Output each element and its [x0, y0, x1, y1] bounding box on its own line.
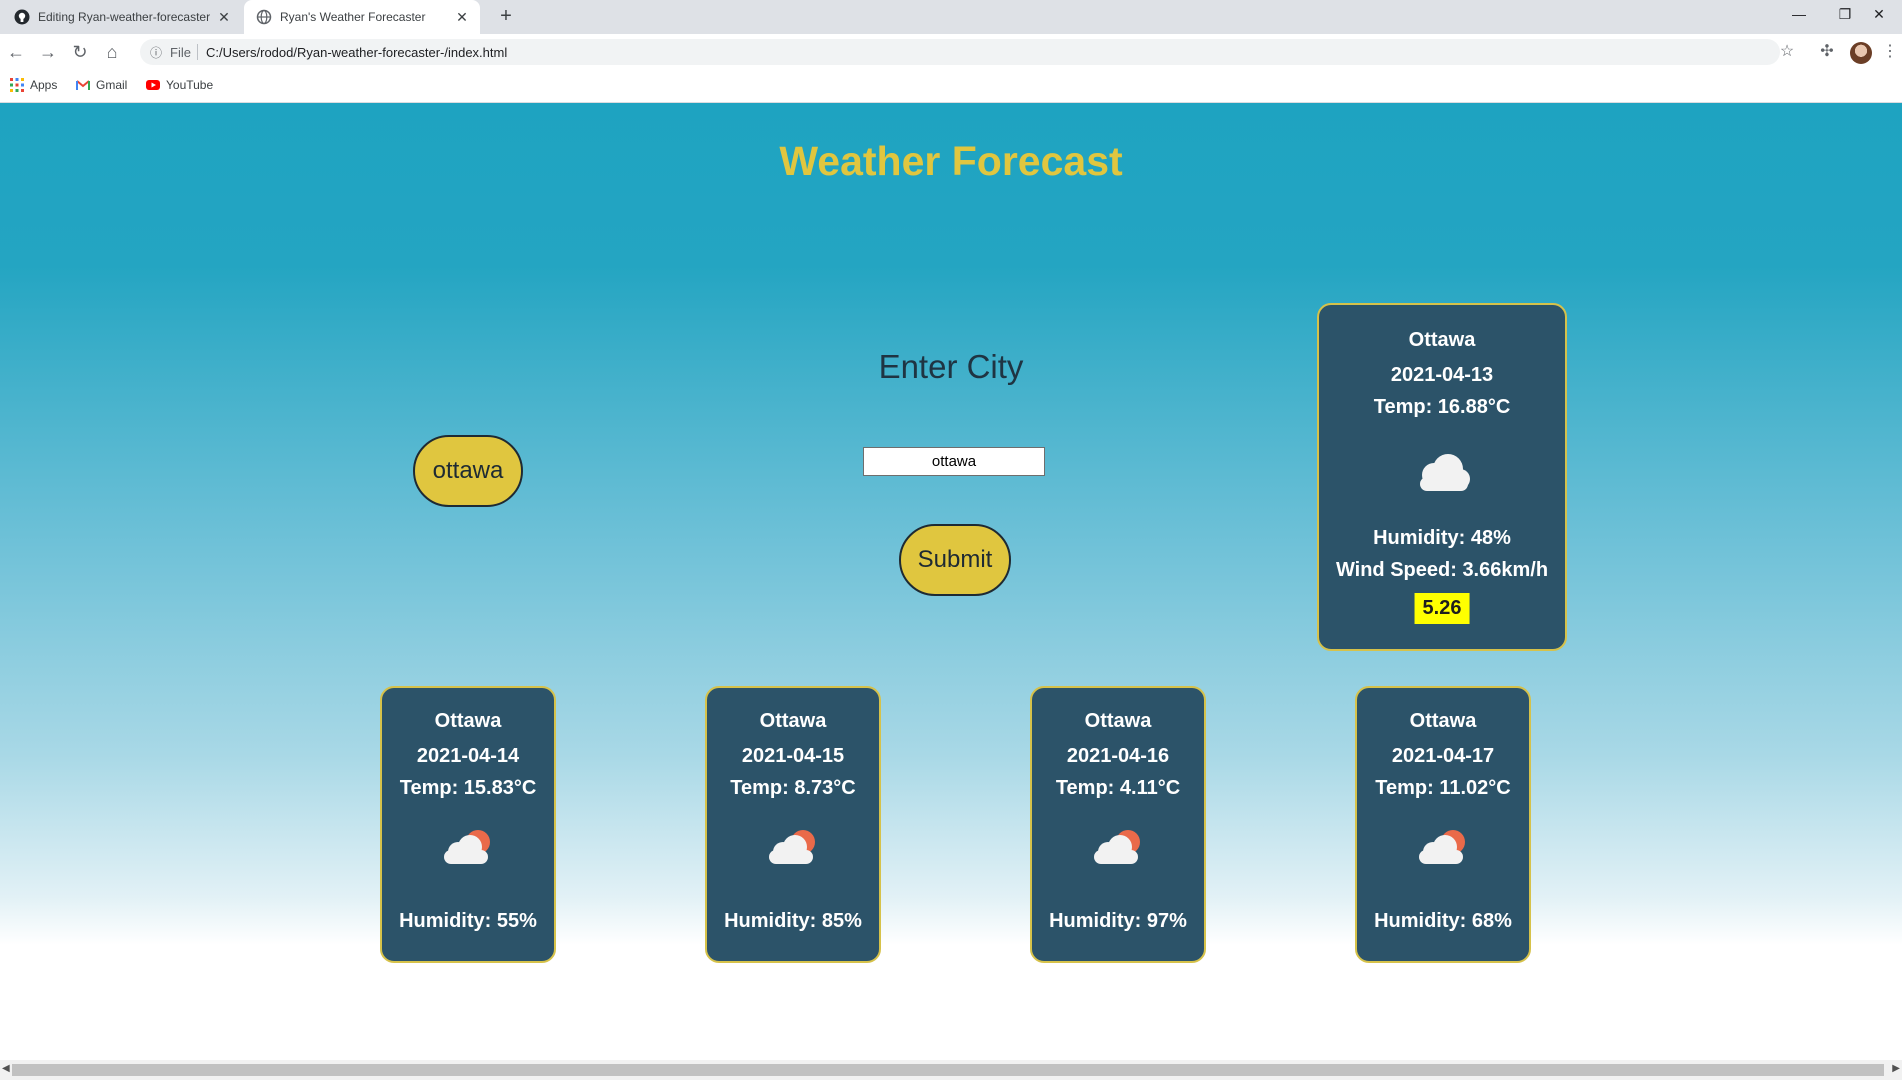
card-city: Ottawa — [1409, 710, 1477, 732]
tab-editing-repo[interactable]: Editing Ryan-weather-forecaster ✕ — [0, 0, 242, 34]
forecast-card: Ottawa 2021-04-15 Temp: 8.73°C Humidity:… — [705, 686, 881, 963]
page-title: Weather Forecast — [779, 138, 1123, 184]
cloud-icon — [1410, 451, 1474, 500]
partly-cloudy-icon — [1088, 828, 1148, 873]
apps-grid-icon — [10, 78, 24, 92]
minimize-icon[interactable]: — — [1776, 0, 1822, 30]
scrollbar-thumb[interactable] — [12, 1064, 1884, 1076]
card-date: 2021-04-15 — [741, 745, 845, 767]
weather-page: Weather Forecast Enter City Submit ottaw… — [0, 103, 1902, 1060]
partly-cloudy-icon — [763, 828, 823, 873]
github-icon — [14, 9, 30, 25]
card-humidity: Humidity: 55% — [399, 910, 537, 932]
card-city: Ottawa — [759, 710, 827, 732]
card-temp: Temp: 8.73°C — [730, 777, 856, 799]
history-city-button[interactable]: ottawa — [413, 435, 523, 507]
card-date: 2021-04-17 — [1391, 745, 1495, 767]
card-date: 2021-04-16 — [1066, 745, 1170, 767]
card-humidity: Humidity: 97% — [1049, 910, 1187, 932]
card-humidity: Humidity: 48% — [1373, 527, 1511, 549]
card-temp: Temp: 4.11°C — [1055, 777, 1181, 799]
bookmark-youtube[interactable]: YouTube — [146, 78, 213, 92]
bookmark-star-icon[interactable]: ☆ — [1776, 41, 1798, 63]
window-close-icon[interactable]: ✕ — [1856, 0, 1902, 30]
globe-icon — [256, 9, 272, 25]
card-humidity: Humidity: 85% — [724, 910, 862, 932]
extensions-puzzle-icon[interactable]: ✣ — [1816, 41, 1838, 63]
profile-avatar[interactable] — [1850, 42, 1872, 64]
address-bar[interactable]: ⓘ File C:/Users/rodod/Ryan-weather-forec… — [140, 39, 1780, 65]
card-wind: Wind Speed: 3.66km/h — [1335, 559, 1549, 581]
city-search-input[interactable] — [863, 447, 1045, 476]
gmail-icon — [76, 78, 90, 92]
horizontal-scrollbar[interactable]: ◀ ▶ — [0, 1060, 1902, 1080]
close-tab-icon[interactable]: ✕ — [454, 9, 470, 26]
forecast-card: Ottawa 2021-04-17 Temp: 11.02°C Humidity… — [1355, 686, 1531, 963]
card-temp: Temp: 11.02°C — [1375, 777, 1511, 799]
scroll-left-icon[interactable]: ◀ — [2, 1063, 10, 1074]
uv-index-badge: 5.26 — [1414, 593, 1470, 624]
tab-label: Ryan's Weather Forecaster — [280, 10, 426, 24]
enter-city-label: Enter City — [878, 348, 1024, 385]
back-arrow-icon[interactable]: ← — [4, 40, 28, 64]
partly-cloudy-icon — [1413, 828, 1473, 873]
scroll-right-icon[interactable]: ▶ — [1892, 1063, 1900, 1074]
card-date: 2021-04-14 — [416, 745, 520, 767]
youtube-icon — [146, 78, 160, 92]
card-city: Ottawa — [434, 710, 502, 732]
bookmark-gmail[interactable]: Gmail — [76, 78, 127, 92]
forecast-card: Ottawa 2021-04-16 Temp: 4.11°C Humidity:… — [1030, 686, 1206, 963]
forward-arrow-icon[interactable]: → — [36, 40, 60, 64]
reload-icon[interactable]: ↻ — [68, 40, 92, 64]
submit-button[interactable]: Submit — [899, 524, 1011, 596]
tab-label: Editing Ryan-weather-forecaster — [38, 10, 211, 24]
address-divider — [196, 44, 198, 60]
card-temp: Temp: 15.83°C — [399, 777, 537, 799]
new-tab-plus-icon[interactable]: + — [494, 5, 518, 29]
menu-kebab-icon[interactable]: ⋮ — [1882, 41, 1898, 63]
bookmark-label: Gmail — [96, 78, 128, 92]
home-icon[interactable]: ⌂ — [100, 40, 124, 64]
forecast-card: Ottawa 2021-04-14 Temp: 15.83°C Humidity… — [380, 686, 556, 963]
bookmarks-bar: Apps Gmail YouTube — [0, 70, 1902, 103]
card-humidity: Humidity: 68% — [1374, 910, 1512, 932]
bookmark-apps[interactable]: Apps — [10, 78, 57, 92]
card-temp: Temp: 16.88°C — [1373, 396, 1511, 418]
partly-cloudy-icon — [438, 828, 498, 873]
card-city: Ottawa — [1084, 710, 1152, 732]
close-tab-icon[interactable]: ✕ — [216, 9, 232, 26]
url-text: C:/Users/rodod/Ryan-weather-forecaster-/… — [205, 44, 508, 60]
current-weather-card: Ottawa 2021-04-13 Temp: 16.88°C Humidity… — [1317, 303, 1567, 651]
card-city: Ottawa — [1408, 329, 1476, 351]
bookmark-label: Apps — [30, 78, 58, 92]
tab-strip: Editing Ryan-weather-forecaster ✕ Ryan's… — [0, 0, 1902, 34]
card-date: 2021-04-13 — [1390, 364, 1494, 386]
bookmark-label: YouTube — [166, 78, 214, 92]
tab-weather-forecaster[interactable]: Ryan's Weather Forecaster ✕ — [244, 0, 480, 34]
scheme-label: File — [170, 44, 191, 60]
info-icon[interactable]: ⓘ — [148, 44, 164, 61]
browser-toolbar: ← → ↻ ⌂ ⓘ File C:/Users/rodod/Ryan-weath… — [0, 34, 1902, 70]
